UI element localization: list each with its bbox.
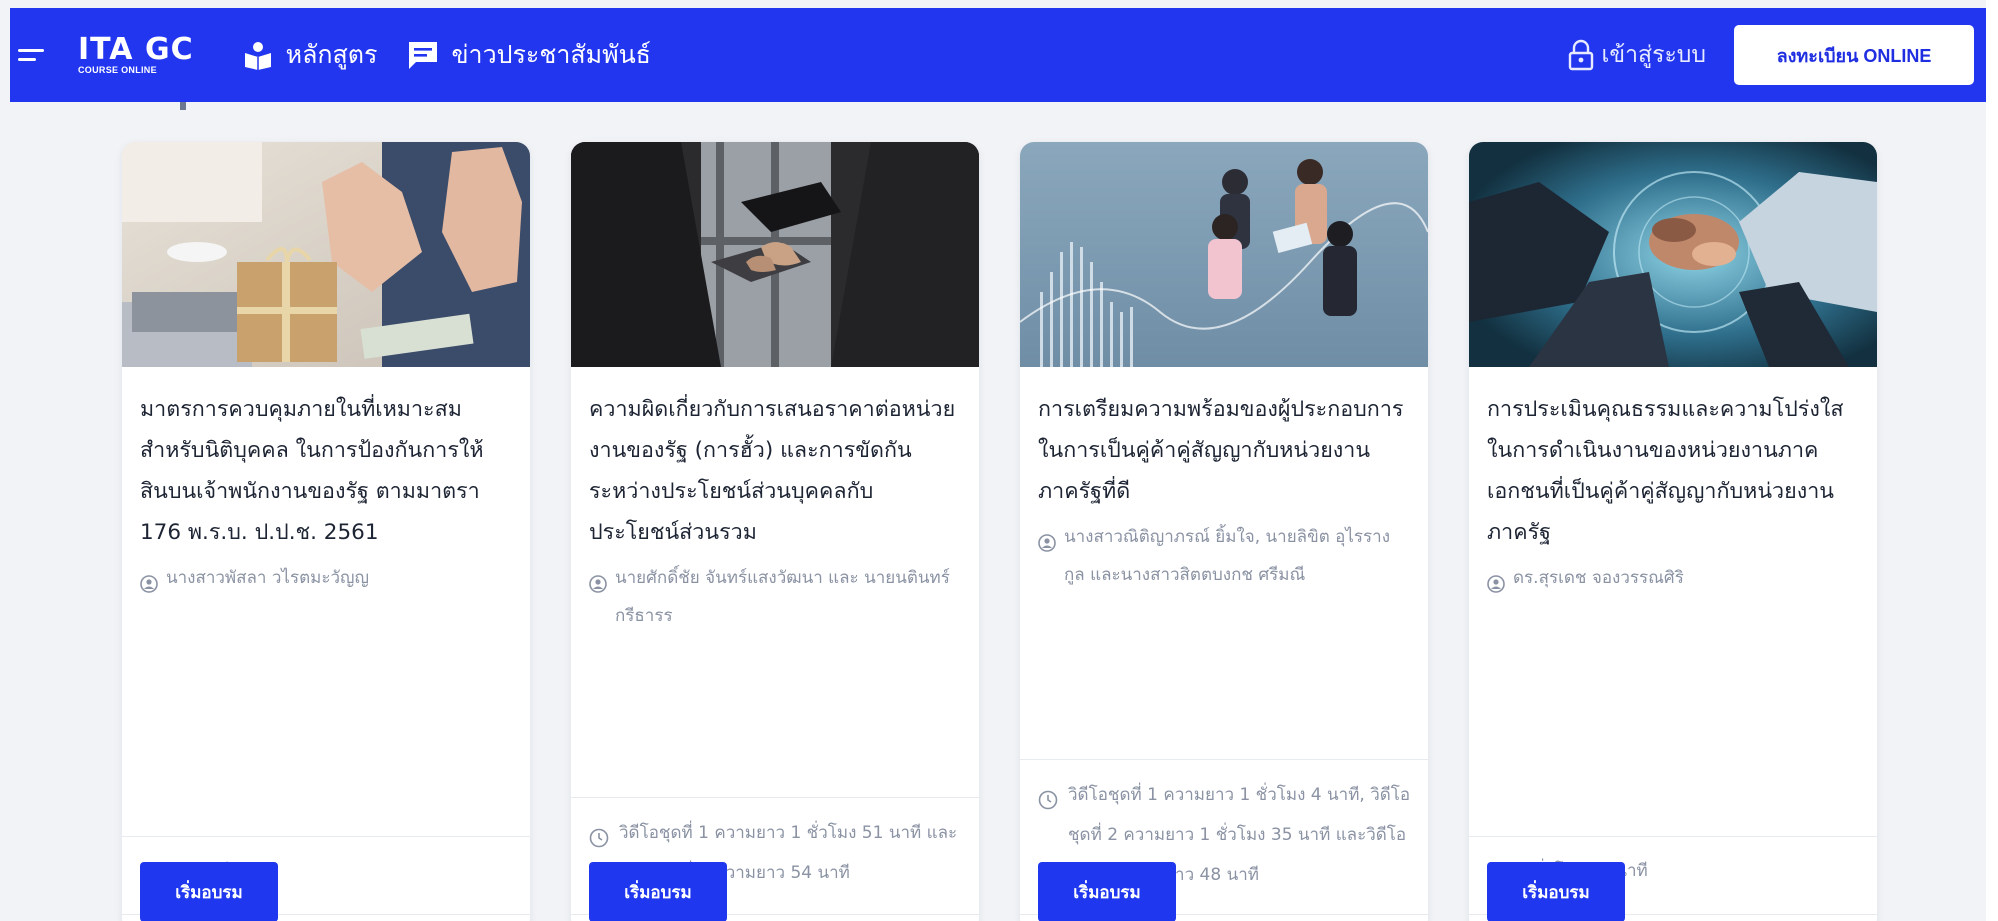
- course-author-name: นายศักดิ์ชัย จันทร์แสงวัฒนา และ นายนตินท…: [615, 568, 950, 626]
- lock-icon: [1566, 39, 1596, 71]
- page: ITA GC COURSE ONLINE หลักสูตร ข่าวประชาส…: [0, 0, 1998, 921]
- person-circle-icon: [140, 569, 158, 593]
- course-card: การประเมินคุณธรรมและความโปร่งใสในการดำเน…: [1469, 142, 1877, 921]
- card-divider: [1469, 836, 1877, 837]
- course-author: ดร.สุรเดช จองวรรณศิริ: [1487, 559, 1859, 597]
- window-edge: [1986, 0, 1998, 921]
- person-circle-icon: [1038, 528, 1056, 552]
- start-training-button[interactable]: เริ่มอบรม: [1038, 862, 1176, 921]
- start-training-button[interactable]: เริ่มอบรม: [1487, 862, 1625, 921]
- chat-message-icon: [407, 39, 439, 71]
- course-title[interactable]: การเตรียมความพร้อมของผู้ประกอบการในการเป…: [1038, 389, 1410, 512]
- nav-courses[interactable]: หลักสูตร: [242, 35, 378, 75]
- course-author-name: นางสาวณิติญาภรณ์ ยิ้มใจ, นายลิขิต อุไรรา…: [1064, 527, 1391, 585]
- card-divider: [1020, 759, 1428, 760]
- hamburger-icon[interactable]: [18, 45, 50, 65]
- course-author: นางสาวณิติญาภรณ์ ยิ้มใจ, นายลิขิต อุไรรา…: [1038, 518, 1410, 594]
- course-author-name: ดร.สุรเดช จองวรรณศิริ: [1513, 568, 1684, 588]
- course-image-handshake: [571, 142, 979, 367]
- person-circle-icon: [589, 569, 607, 593]
- course-title[interactable]: ความผิดเกี่ยวกับการเสนอราคาต่อหน่วยงานขอ…: [589, 389, 961, 553]
- logo-text: ITA GC: [78, 31, 194, 67]
- nav-courses-label: หลักสูตร: [285, 40, 378, 69]
- nav-news-label: ข่าวประชาสัมพันธ์: [451, 40, 651, 69]
- course-author: นายศักดิ์ชัย จันทร์แสงวัฒนา และ นายนตินท…: [589, 559, 961, 635]
- clock-icon: [589, 823, 609, 848]
- login-link[interactable]: เข้าสู่ระบบ: [1566, 37, 1706, 73]
- register-online-button[interactable]: ลงทะเบียน ONLINE: [1734, 25, 1974, 85]
- start-training-button[interactable]: เริ่มอบรม: [140, 862, 278, 921]
- logo-subtext: COURSE ONLINE: [78, 64, 157, 75]
- scroll-hint-mark: [180, 102, 186, 110]
- course-image-business-team: [1020, 142, 1428, 367]
- course-title[interactable]: มาตรการควบคุมภายในที่เหมาะสม สำหรับนิติบ…: [140, 389, 512, 553]
- site-logo[interactable]: ITA GC COURSE ONLINE: [78, 31, 194, 76]
- card-divider: [571, 797, 979, 798]
- clock-icon: [1038, 785, 1058, 810]
- course-author-name: นางสาวพัสลา วไรตมะวัญญ: [166, 568, 370, 588]
- course-image-teamwork-hands: [1469, 142, 1877, 367]
- login-label: เข้าสู่ระบบ: [1601, 42, 1706, 68]
- nav-news[interactable]: ข่าวประชาสัมพันธ์: [407, 35, 651, 75]
- course-card: มาตรการควบคุมภายในที่เหมาะสม สำหรับนิติบ…: [122, 142, 530, 921]
- top-navbar: ITA GC COURSE ONLINE หลักสูตร ข่าวประชาส…: [10, 8, 1990, 102]
- book-reader-icon: [242, 39, 274, 71]
- course-card: การเตรียมความพร้อมของผู้ประกอบการในการเป…: [1020, 142, 1428, 921]
- start-training-button[interactable]: เริ่มอบรม: [589, 862, 727, 921]
- course-title[interactable]: การประเมินคุณธรรมและความโปร่งใสในการดำเน…: [1487, 389, 1859, 553]
- card-divider: [122, 836, 530, 837]
- course-image-gift-refusal: [122, 142, 530, 367]
- course-author: นางสาวพัสลา วไรตมะวัญญ: [140, 559, 512, 597]
- person-circle-icon: [1487, 569, 1505, 593]
- course-card: ความผิดเกี่ยวกับการเสนอราคาต่อหน่วยงานขอ…: [571, 142, 979, 921]
